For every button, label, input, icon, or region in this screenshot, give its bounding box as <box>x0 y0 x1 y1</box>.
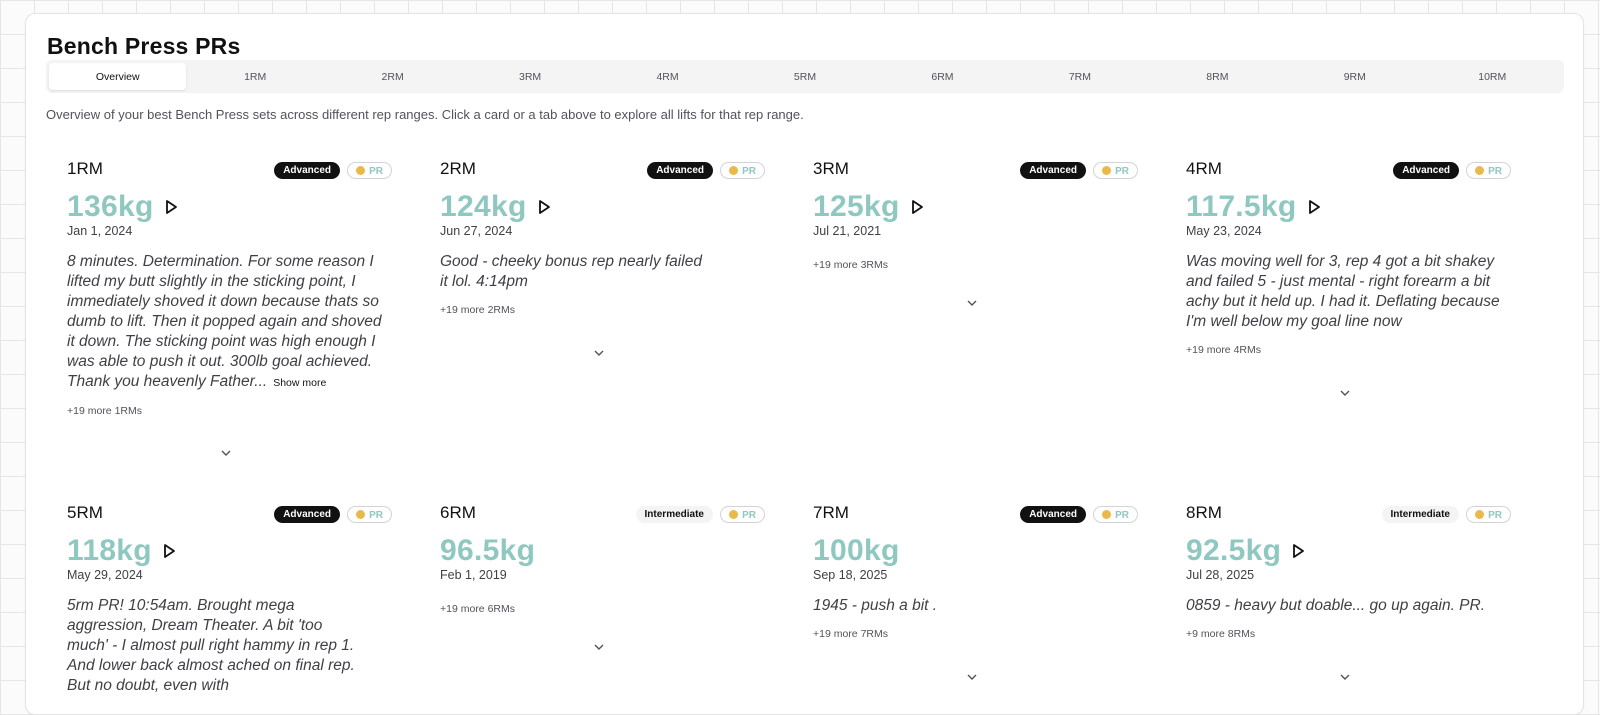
pr-card-3rm[interactable]: 3RM Advanced PR 125kg Jul 21, 2021 +19 m… <box>813 159 1138 306</box>
level-badge: Intermediate <box>635 506 713 523</box>
page-description: Overview of your best Bench Press sets a… <box>46 107 804 122</box>
card-rep-range: 6RM <box>440 503 476 522</box>
medal-icon <box>729 166 739 175</box>
pr-badge: PR <box>1466 506 1511 523</box>
medal-icon <box>356 166 366 175</box>
bench-press-panel: Bench Press PRs Overview 1RM 2RM 3RM 4RM… <box>25 13 1584 715</box>
pr-badge: PR <box>720 162 765 179</box>
tab-1rm[interactable]: 1RM <box>186 63 323 90</box>
pr-badge: PR <box>1466 162 1511 179</box>
pr-card-1rm[interactable]: 1RM Advanced PR 136kg Jan 1, 2024 8 minu… <box>67 159 392 456</box>
pr-weight: 118kg <box>67 534 152 567</box>
tab-6rm[interactable]: 6RM <box>874 63 1011 90</box>
more-sets-link[interactable]: +19 more 4RMs <box>1186 344 1511 356</box>
pr-note: Was moving well for 3, rep 4 got a bit s… <box>1186 253 1500 330</box>
pr-card-8rm[interactable]: 8RM Intermediate PR 92.5kg Jul 28, 2025 … <box>1186 503 1511 680</box>
pr-badge: PR <box>347 162 392 179</box>
pr-badge: PR <box>1093 162 1138 179</box>
more-sets-link[interactable]: +19 more 3RMs <box>813 259 1138 271</box>
pr-weight: 100kg <box>813 534 900 567</box>
tab-9rm[interactable]: 9RM <box>1286 63 1423 90</box>
medal-icon <box>1475 510 1485 519</box>
tab-5rm[interactable]: 5RM <box>736 63 873 90</box>
pr-weight: 117.5kg <box>1186 190 1297 223</box>
pr-date: Sep 18, 2025 <box>813 568 888 582</box>
pr-date: Jul 21, 2021 <box>813 224 882 238</box>
card-rep-range: 2RM <box>440 159 476 178</box>
rep-range-tabs: Overview 1RM 2RM 3RM 4RM 5RM 6RM 7RM 8RM… <box>46 60 1564 93</box>
tab-10rm[interactable]: 10RM <box>1424 63 1561 90</box>
level-badge: Advanced <box>1393 162 1459 179</box>
show-more-button[interactable]: Show more <box>273 377 326 389</box>
pr-date: Jun 27, 2024 <box>440 224 513 238</box>
pr-badge: PR <box>720 506 765 523</box>
play-icon[interactable] <box>1289 542 1307 560</box>
more-sets-link[interactable]: +19 more 1RMs <box>67 405 392 417</box>
card-rep-range: 3RM <box>813 159 849 178</box>
pr-date: May 29, 2024 <box>67 568 143 582</box>
play-icon[interactable] <box>160 542 178 560</box>
more-sets-link[interactable]: +9 more 8RMs <box>1186 628 1511 640</box>
level-badge: Advanced <box>274 506 340 523</box>
more-sets-link[interactable]: +19 more 7RMs <box>813 628 1138 640</box>
level-badge: Advanced <box>1020 506 1086 523</box>
pr-weight: 136kg <box>67 190 154 223</box>
medal-icon <box>1475 166 1485 175</box>
chevron-down-icon[interactable] <box>593 643 605 651</box>
pr-date: Feb 1, 2019 <box>440 568 507 582</box>
chevron-down-icon[interactable] <box>1339 389 1351 397</box>
pr-note: 1945 - push a bit . <box>813 597 938 614</box>
card-rep-range: 1RM <box>67 159 103 178</box>
chevron-down-icon[interactable] <box>1339 673 1351 681</box>
pr-weight: 124kg <box>440 190 527 223</box>
page-title: Bench Press PRs <box>47 33 241 59</box>
tab-4rm[interactable]: 4RM <box>599 63 736 90</box>
tab-3rm[interactable]: 3RM <box>461 63 598 90</box>
pr-card-6rm[interactable]: 6RM Intermediate PR 96.5kg Feb 1, 2019 +… <box>440 503 765 650</box>
level-badge: Intermediate <box>1381 506 1459 523</box>
pr-date: May 23, 2024 <box>1186 224 1262 238</box>
pr-weight: 92.5kg <box>1186 534 1282 567</box>
chevron-down-icon[interactable] <box>593 349 605 357</box>
play-icon[interactable] <box>162 198 180 216</box>
play-icon[interactable] <box>908 198 926 216</box>
level-badge: Advanced <box>274 162 340 179</box>
medal-icon <box>356 510 366 519</box>
pr-card-5rm[interactable]: 5RM Advanced PR 118kg May 29, 2024 5rm P… <box>67 503 392 696</box>
medal-icon <box>1102 510 1112 519</box>
pr-card-7rm[interactable]: 7RM Advanced PR 100kg Sep 18, 2025 1945 … <box>813 503 1138 680</box>
pr-badge: PR <box>1093 506 1138 523</box>
pr-note: 5rm PR! 10:54am. Brought mega aggression… <box>67 597 355 694</box>
tab-8rm[interactable]: 8RM <box>1149 63 1286 90</box>
more-sets-link[interactable]: +19 more 2RMs <box>440 304 765 316</box>
tab-2rm[interactable]: 2RM <box>324 63 461 90</box>
pr-note: 8 minutes. Determination. For some reaso… <box>67 253 382 390</box>
medal-icon <box>1102 166 1112 175</box>
play-icon[interactable] <box>1305 198 1323 216</box>
level-badge: Advanced <box>1020 162 1086 179</box>
pr-card-2rm[interactable]: 2RM Advanced PR 124kg Jun 27, 2024 Good … <box>440 159 765 356</box>
card-rep-range: 7RM <box>813 503 849 522</box>
card-rep-range: 8RM <box>1186 503 1222 522</box>
chevron-down-icon[interactable] <box>220 449 232 457</box>
pr-date: Jul 28, 2025 <box>1186 568 1255 582</box>
pr-weight: 125kg <box>813 190 900 223</box>
pr-card-4rm[interactable]: 4RM Advanced PR 117.5kg May 23, 2024 Was… <box>1186 159 1511 396</box>
chevron-down-icon[interactable] <box>966 673 978 681</box>
card-rep-range: 5RM <box>67 503 103 522</box>
pr-note: Good - cheeky bonus rep nearly failed it… <box>440 253 702 290</box>
pr-note: 0859 - heavy but doable... go up again. … <box>1186 597 1486 614</box>
level-badge: Advanced <box>647 162 713 179</box>
card-rep-range: 4RM <box>1186 159 1222 178</box>
pr-date: Jan 1, 2024 <box>67 224 133 238</box>
tab-overview[interactable]: Overview <box>49 63 187 90</box>
tab-7rm[interactable]: 7RM <box>1011 63 1148 90</box>
more-sets-link[interactable]: +19 more 6RMs <box>440 603 765 615</box>
medal-icon <box>729 510 739 519</box>
pr-badge: PR <box>347 506 392 523</box>
pr-weight: 96.5kg <box>440 534 536 567</box>
chevron-down-icon[interactable] <box>966 299 978 307</box>
play-icon[interactable] <box>535 198 553 216</box>
